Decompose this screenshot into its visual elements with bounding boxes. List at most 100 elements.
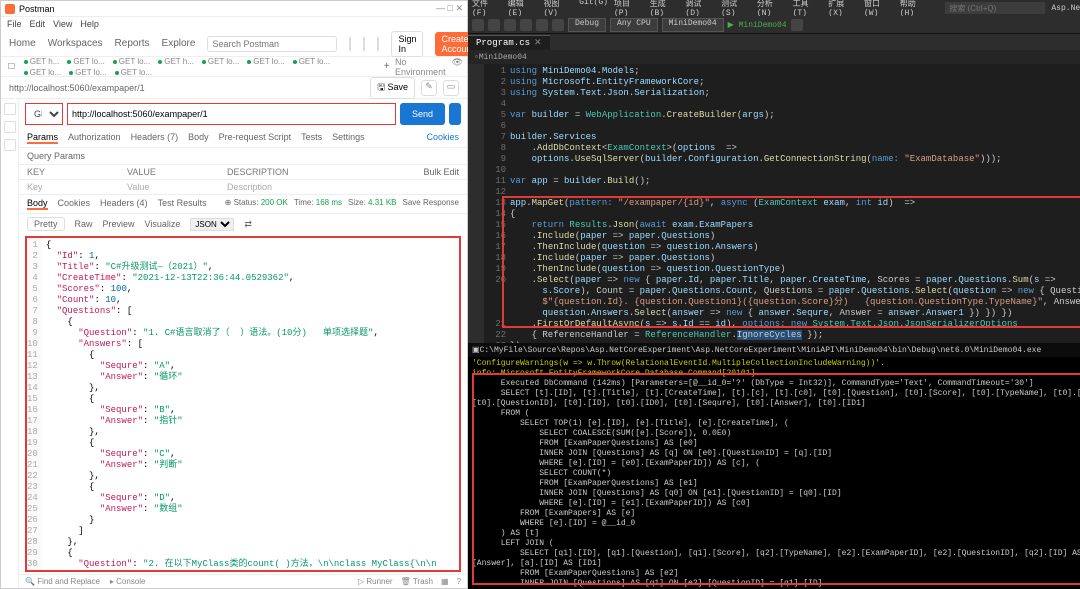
tab-headers[interactable]: Headers (7) xyxy=(131,132,179,144)
send-dropdown-icon[interactable] xyxy=(449,103,461,125)
cookies-link[interactable]: Cookies xyxy=(426,132,459,144)
help-icon[interactable]: ? xyxy=(457,577,461,586)
vs-window: 文件(F)编辑(E)视图(V)Git(G)项目(P)生成(B)调试(D)测试(S… xyxy=(468,0,1080,589)
collections-icon[interactable] xyxy=(4,103,16,115)
add-tab-icon[interactable]: + xyxy=(380,61,393,72)
console-output[interactable]: 'ConfigureWarnings(w => w.Throw(Relation… xyxy=(468,357,1080,589)
request-tab[interactable]: GET lo... xyxy=(243,57,288,68)
nav-home[interactable]: Home xyxy=(9,38,36,49)
request-subtabs: Params Authorization Headers (7) Body Pr… xyxy=(19,129,467,148)
response-view-tabs: Pretty Raw Preview Visualize JSON ⇄ xyxy=(19,214,467,234)
save-button[interactable]: 🖫 Save xyxy=(370,77,415,99)
app-title: Postman xyxy=(19,4,55,14)
query-params-title: Query Params xyxy=(19,148,467,164)
request-tab[interactable]: GET lo... xyxy=(65,66,110,78)
find-replace[interactable]: 🔍 Find and Replace xyxy=(25,577,100,586)
vs-project-name: Asp.NetCoreExperiment xyxy=(1051,4,1080,13)
nav-workspaces[interactable]: Workspaces xyxy=(48,38,103,49)
settings-icon[interactable] xyxy=(363,37,365,51)
hot-reload-icon[interactable] xyxy=(791,19,803,31)
trash[interactable]: 🗑 Trash xyxy=(401,577,433,586)
panes-icon[interactable]: ▦ xyxy=(441,577,449,586)
view-visualize[interactable]: Visualize xyxy=(145,219,181,229)
console-window: ▣ C:\MyFile\Source\Repos\Asp.NetCoreExpe… xyxy=(468,343,1080,589)
rtab-cookies[interactable]: Cookies xyxy=(58,198,91,210)
edit-icon[interactable]: ✎ xyxy=(421,80,437,96)
wrap-icon[interactable]: ⇄ xyxy=(244,219,252,230)
apis-icon[interactable] xyxy=(4,121,16,133)
vs-tabs: Program.cs✕ ▾ ⊕ xyxy=(468,34,1080,50)
new-icon[interactable] xyxy=(504,19,516,31)
tab-params[interactable]: Params xyxy=(27,132,58,144)
menu-file[interactable]: File xyxy=(7,19,22,29)
bell-icon[interactable] xyxy=(377,37,379,51)
runner[interactable]: ▷ Runner xyxy=(358,577,393,586)
nav-explore[interactable]: Explore xyxy=(162,38,196,49)
editor[interactable]: 1234567891011121314151617181920212223242… xyxy=(468,64,1080,343)
menu-help[interactable]: Help xyxy=(80,19,99,29)
console-title: ▣ C:\MyFile\Source\Repos\Asp.NetCoreExpe… xyxy=(468,343,1080,357)
comment-icon[interactable]: ▭ xyxy=(443,80,459,96)
tab-prescript[interactable]: Pre-request Script xyxy=(219,132,292,144)
nav-reports[interactable]: Reports xyxy=(115,38,150,49)
qp-row[interactable]: KeyValueDescription xyxy=(19,180,467,195)
menu-edit[interactable]: Edit xyxy=(30,19,46,29)
config-dropdown[interactable]: Debug xyxy=(568,18,606,32)
save-icon[interactable] xyxy=(536,19,548,31)
menu-bar: File Edit View Help xyxy=(1,17,467,31)
env-dropdown[interactable]: No Environment xyxy=(395,57,446,77)
tab-program[interactable]: Program.cs✕ xyxy=(468,35,550,50)
env-icon[interactable] xyxy=(4,139,16,151)
back-icon[interactable] xyxy=(472,19,484,31)
menu-view[interactable]: View xyxy=(53,19,72,29)
rtab-body[interactable]: Body xyxy=(27,198,48,210)
view-preview[interactable]: Preview xyxy=(103,219,135,229)
tab-tests[interactable]: Tests xyxy=(301,132,322,144)
undo-icon[interactable] xyxy=(552,19,564,31)
qp-header: KEYVALUEDESCRIPTIONBulk Edit xyxy=(19,164,467,180)
request-tab[interactable]: GET lo... xyxy=(111,66,156,78)
platform-dropdown[interactable]: Any CPU xyxy=(610,18,658,32)
vs-search-input[interactable] xyxy=(945,2,1045,14)
tab-auth[interactable]: Authorization xyxy=(68,132,121,144)
request-tab[interactable]: GET h... xyxy=(154,57,198,68)
postman-logo-icon xyxy=(5,4,15,14)
url-input[interactable] xyxy=(67,103,396,125)
editor-margin xyxy=(468,64,484,343)
response-tabs: Body Cookies Headers (4) Test Results ⊕ … xyxy=(19,195,467,214)
signin-button[interactable]: Sign In xyxy=(391,31,423,57)
request-tab[interactable]: GET lo... xyxy=(198,57,243,68)
open-icon[interactable] xyxy=(520,19,532,31)
nav-bar: Home Workspaces Reports Explore Sign In … xyxy=(1,31,467,57)
run-button[interactable]: ▶ MiniDemo04 xyxy=(728,20,787,30)
method-select[interactable]: GET xyxy=(25,103,63,125)
view-pretty[interactable]: Pretty xyxy=(27,217,65,231)
request-tabs: □ GET h...GET lo...GET lo...GET h...GET … xyxy=(1,57,467,77)
request-tab[interactable]: GET lo... xyxy=(289,57,334,68)
request-tab[interactable]: GET lo... xyxy=(20,66,65,78)
env-eye-icon[interactable]: 👁 xyxy=(452,57,463,77)
request-title-row: http://localhost:5060/exampaper/1 🖫 Save… xyxy=(1,77,467,99)
response-json[interactable]: 1234567891011121314151617181920212223242… xyxy=(25,236,461,572)
rtab-headers[interactable]: Headers (4) xyxy=(100,198,148,210)
rtab-tests[interactable]: Test Results xyxy=(158,198,207,210)
target-dropdown[interactable]: MiniDemo04 xyxy=(662,18,724,32)
new-tab-icon[interactable]: □ xyxy=(5,61,18,72)
send-button[interactable]: Send xyxy=(400,103,445,125)
tab-body[interactable]: Body xyxy=(188,132,209,144)
breadcrumb[interactable]: ▫ MiniDemo04 xyxy=(468,50,1080,64)
save-response[interactable]: Save Response xyxy=(403,198,459,210)
tab-close-icon[interactable]: ✕ xyxy=(534,38,542,48)
tab-settings[interactable]: Settings xyxy=(332,132,365,144)
invite-icon[interactable] xyxy=(349,37,351,51)
lang-select[interactable]: JSON xyxy=(190,218,234,231)
postman-window: Postman — □ ✕ File Edit View Help Home W… xyxy=(0,0,468,589)
search-input[interactable] xyxy=(207,36,337,52)
send-row: GET Send xyxy=(19,99,467,129)
view-raw[interactable]: Raw xyxy=(75,219,93,229)
window-controls[interactable]: — □ ✕ xyxy=(436,3,463,14)
fwd-icon[interactable] xyxy=(488,19,500,31)
bulk-edit[interactable]: Bulk Edit xyxy=(423,167,459,177)
vs-titlebar: 文件(F)编辑(E)视图(V)Git(G)项目(P)生成(B)调试(D)测试(S… xyxy=(468,0,1080,16)
console[interactable]: ▸ Console xyxy=(110,577,146,586)
